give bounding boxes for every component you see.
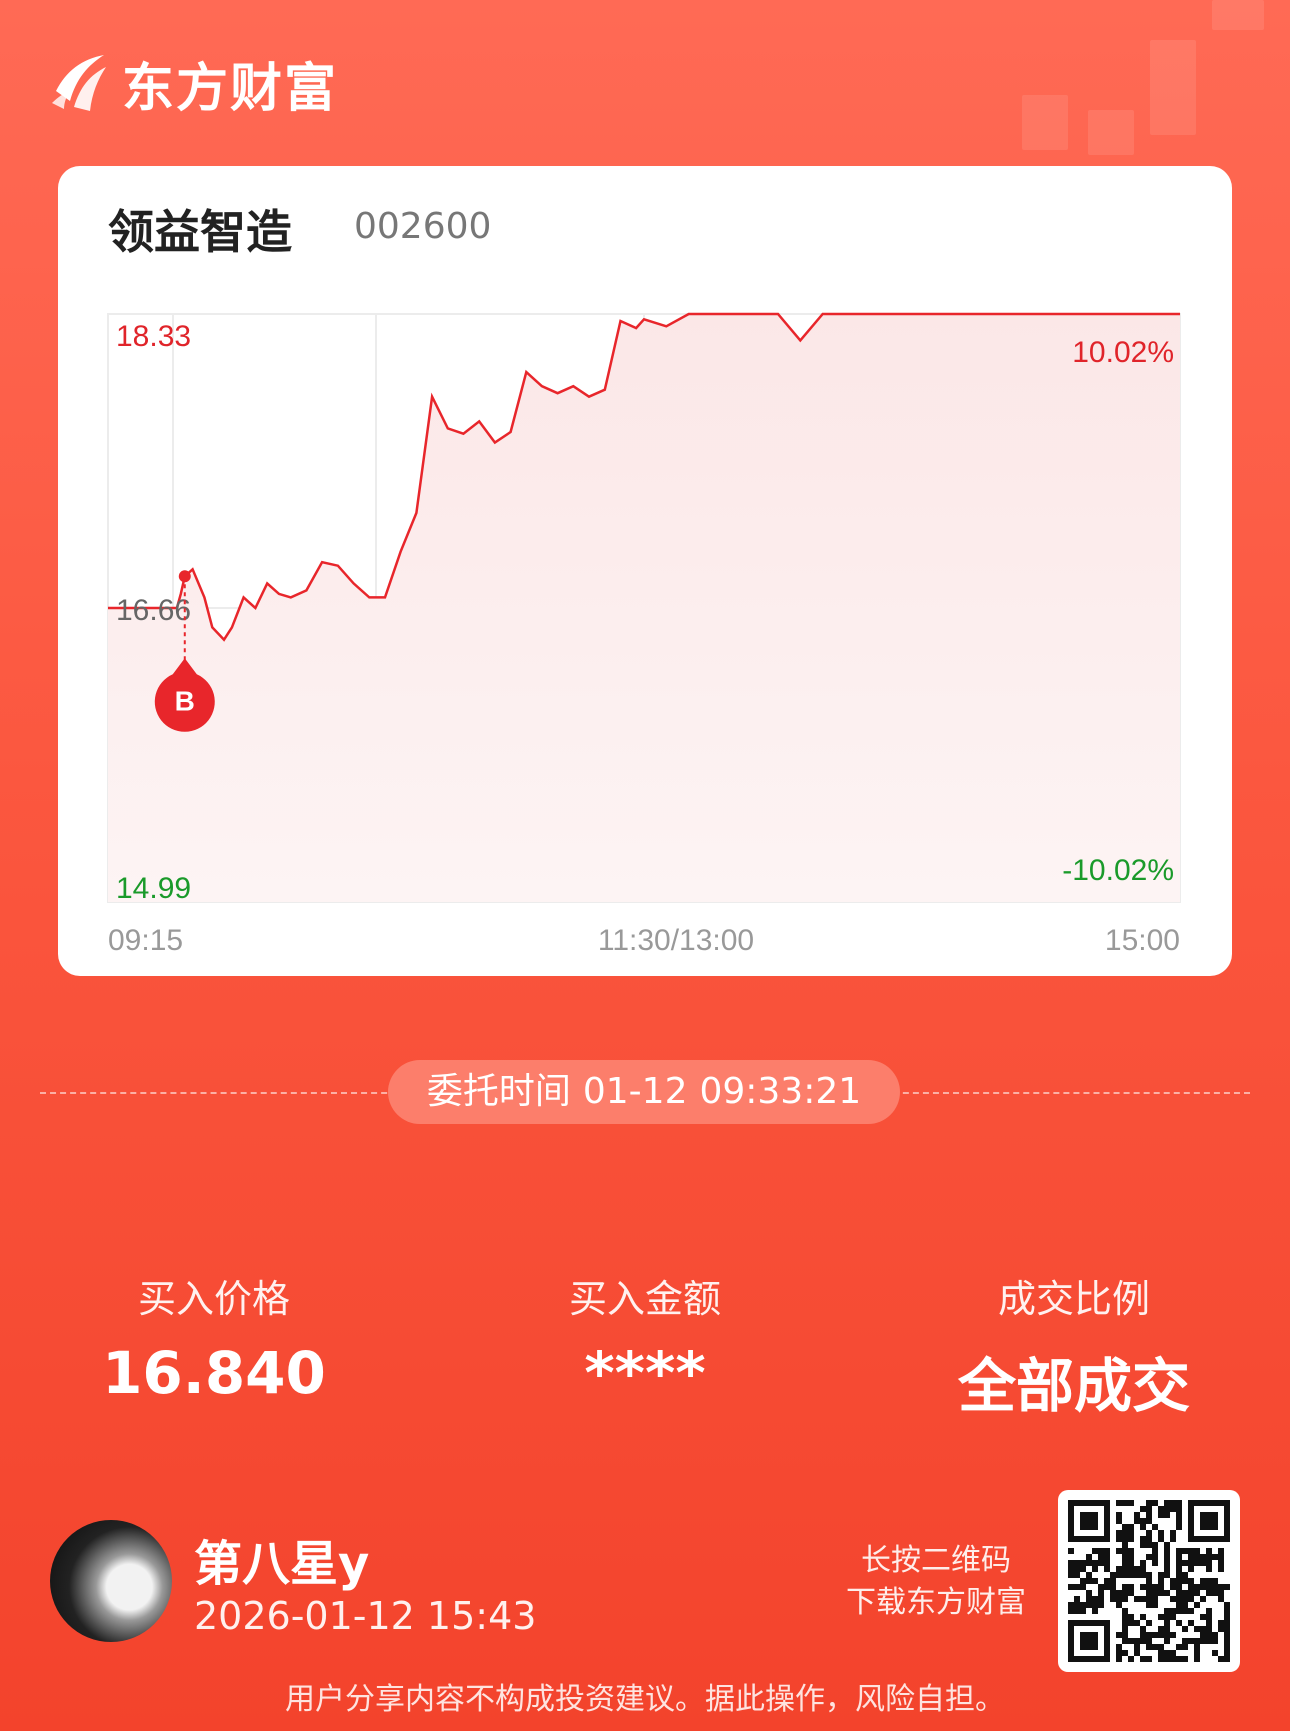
price-area xyxy=(108,314,1180,902)
intraday-chart: 18.33 16.66 14.99 10.02% -10.02% 09:15 1… xyxy=(107,312,1181,957)
price-mid-label: 16.66 xyxy=(116,594,191,627)
pct-high-label: 10.02% xyxy=(1072,336,1174,369)
buy-marker-dot xyxy=(178,570,191,583)
stat-label: 成交比例 xyxy=(997,1277,1150,1321)
time-label-mid: 11:30/13:00 xyxy=(598,924,754,957)
qr-hint-line1: 长按二维码 xyxy=(861,1543,1011,1578)
logo-icon xyxy=(52,55,106,111)
stat-label: 买入价格 xyxy=(137,1277,290,1321)
order-time-label: 委托时间 xyxy=(426,1071,571,1112)
pct-low-label: -10.02% xyxy=(1062,854,1174,887)
stat-value: 全部成交 xyxy=(957,1352,1190,1420)
chart-card: 领益智造 002600 18.33 16.66 14.99 10.02% -10… xyxy=(58,166,1232,976)
qr-hint-line2: 下载东方财富 xyxy=(846,1585,1026,1620)
decor-candle xyxy=(1212,0,1264,30)
buy-marker-label: B xyxy=(175,685,195,716)
disclaimer: 用户分享内容不构成投资建议。据此操作，风险自担。 xyxy=(285,1682,1005,1717)
stat-value: 16.840 xyxy=(102,1339,326,1407)
qr-code[interactable] xyxy=(1058,1490,1240,1672)
time-label-close: 15:00 xyxy=(1105,924,1180,957)
decor-candle xyxy=(1150,40,1196,135)
stat-fill-ratio: 成交比例 全部成交 xyxy=(894,1268,1254,1423)
qr-code-icon xyxy=(1068,1500,1230,1662)
time-label-open: 09:15 xyxy=(108,924,183,957)
stat-buy-price: 买入价格 16.840 xyxy=(34,1268,394,1407)
order-time: 09:33:21 xyxy=(699,1071,862,1112)
price-high-label: 18.33 xyxy=(116,320,191,353)
stat-value: **** xyxy=(584,1339,706,1407)
brand-name: 东方财富 xyxy=(122,58,339,119)
decor-candle xyxy=(1088,110,1134,155)
order-time-pill: 委托时间 01-12 09:33:21 xyxy=(388,1060,900,1124)
brand-logo: 东方财富 xyxy=(48,48,339,119)
share-time: 2026-01-12 15:43 xyxy=(194,1594,537,1638)
decor-candle xyxy=(1022,95,1068,150)
stat-buy-amount: 买入金额 **** xyxy=(465,1268,825,1407)
avatar[interactable] xyxy=(50,1520,172,1642)
qr-hint: 长按二维码 下载东方财富 xyxy=(846,1540,1026,1624)
price-low-label: 14.99 xyxy=(116,872,191,905)
order-date: 01-12 xyxy=(582,1071,688,1112)
stat-label: 买入金额 xyxy=(568,1277,721,1321)
user-name: 第八星y xyxy=(194,1536,370,1592)
